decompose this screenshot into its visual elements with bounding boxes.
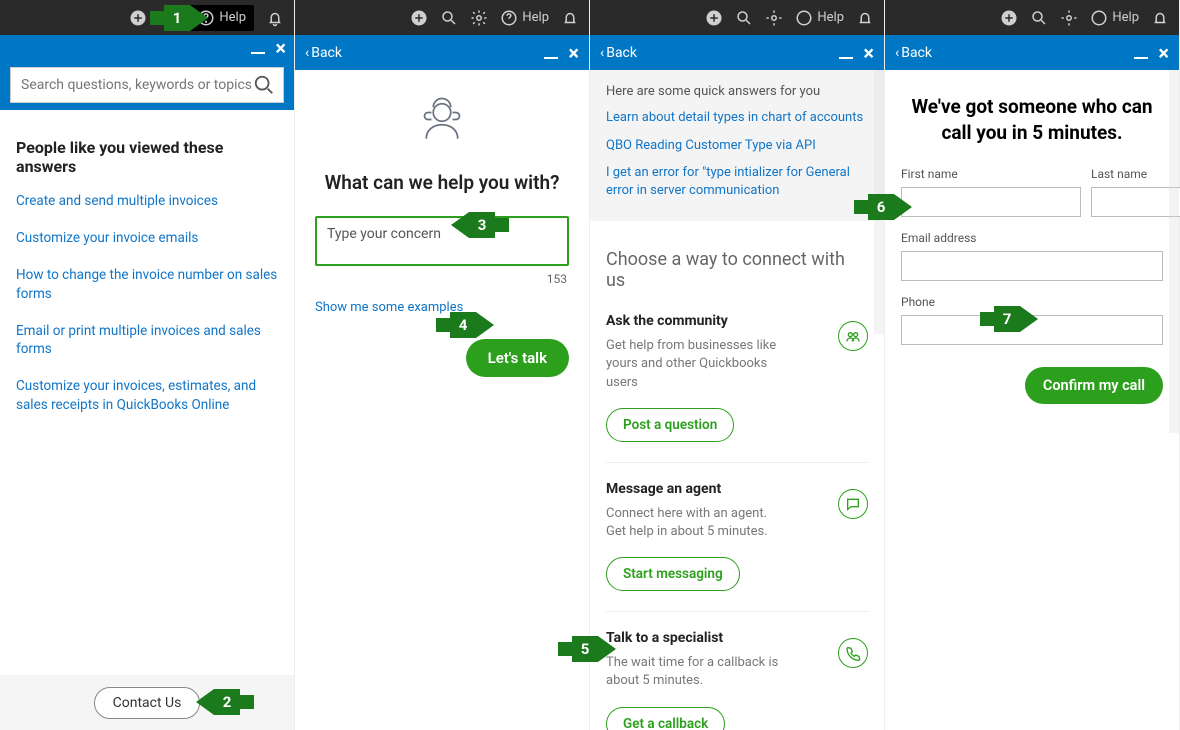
option-specialist: Talk to a specialist The wait time for a… bbox=[606, 630, 868, 730]
confirm-call-button[interactable]: Confirm my call bbox=[1025, 367, 1163, 404]
quick-answer-link[interactable]: I get an error for "type intializer for … bbox=[606, 164, 868, 199]
step-marker-7: 7 bbox=[980, 306, 1038, 332]
back-button[interactable]: ‹ Back bbox=[600, 45, 637, 61]
close-icon[interactable]: × bbox=[568, 46, 579, 60]
suggested-link[interactable]: Customize your invoice emails bbox=[16, 229, 278, 248]
step-marker-4: 4 bbox=[436, 312, 494, 338]
connect-heading: Choose a way to connect with us bbox=[606, 249, 868, 291]
quick-answers-title: Here are some quick answers for you bbox=[606, 84, 868, 99]
suggested-link[interactable]: Create and send multiple invoices bbox=[16, 192, 278, 211]
panel-help-search: Help × People like you viewed these answ… bbox=[0, 0, 295, 730]
help-panel-header: × bbox=[0, 35, 294, 110]
help-search-box[interactable] bbox=[10, 67, 284, 103]
email-input[interactable] bbox=[901, 251, 1163, 281]
app-topbar: Help bbox=[295, 0, 589, 35]
contact-us-button[interactable]: Contact Us bbox=[94, 687, 201, 719]
help-button[interactable]: Help bbox=[500, 9, 549, 27]
bell-icon[interactable] bbox=[1151, 9, 1169, 27]
step-marker-6: 6 bbox=[854, 194, 912, 220]
last-name-label: Last name bbox=[1091, 167, 1180, 181]
plus-icon[interactable] bbox=[129, 9, 147, 27]
back-button[interactable]: ‹ Back bbox=[895, 45, 932, 61]
chat-icon bbox=[838, 489, 868, 519]
quick-answer-link[interactable]: Learn about detail types in chart of acc… bbox=[606, 109, 868, 127]
option-title: Talk to a specialist bbox=[606, 630, 868, 646]
back-button[interactable]: ‹ Back bbox=[305, 45, 342, 61]
scrollbar[interactable] bbox=[1169, 70, 1179, 730]
suggested-heading: People like you viewed these answers bbox=[16, 138, 278, 176]
post-question-button[interactable]: Post a question bbox=[606, 408, 734, 442]
panel-connect-options: Help ‹ Back × Here are some quick answer… bbox=[590, 0, 885, 730]
option-desc: Get help from businesses like yours and … bbox=[606, 337, 786, 392]
callback-heading: We've got someone who can call you in 5 … bbox=[901, 94, 1163, 145]
step-marker-1: 1 bbox=[150, 5, 208, 31]
minimize-icon[interactable] bbox=[839, 57, 853, 59]
close-icon[interactable]: × bbox=[863, 46, 874, 60]
option-message: Message an agent Connect here with an ag… bbox=[606, 481, 868, 612]
help-label: Help bbox=[219, 10, 246, 25]
search-submit-icon[interactable] bbox=[253, 74, 275, 96]
gear-icon[interactable] bbox=[470, 9, 488, 27]
lets-talk-button[interactable]: Let's talk bbox=[466, 339, 569, 377]
option-desc: The wait time for a callback is about 5 … bbox=[606, 654, 786, 690]
step-marker-2: 2 bbox=[196, 689, 254, 715]
email-label: Email address bbox=[901, 231, 1163, 245]
gear-icon[interactable] bbox=[765, 9, 783, 27]
scrollbar[interactable] bbox=[874, 70, 884, 730]
option-desc: Connect here with an agent. Get help in … bbox=[606, 505, 786, 541]
char-count: 153 bbox=[547, 272, 567, 286]
concern-heading: What can we help you with? bbox=[325, 171, 560, 194]
search-icon[interactable] bbox=[735, 9, 753, 27]
option-title: Ask the community bbox=[606, 313, 868, 329]
plus-icon[interactable] bbox=[705, 9, 723, 27]
bell-icon[interactable] bbox=[266, 9, 284, 27]
step-marker-5: 5 bbox=[558, 636, 616, 662]
option-title: Message an agent bbox=[606, 481, 868, 497]
phone-icon bbox=[838, 638, 868, 668]
gear-icon[interactable] bbox=[1060, 9, 1078, 27]
help-button[interactable]: Help bbox=[1090, 9, 1139, 27]
start-messaging-button[interactable]: Start messaging bbox=[606, 557, 740, 591]
last-name-input[interactable] bbox=[1091, 187, 1180, 217]
app-topbar: Help bbox=[590, 0, 884, 35]
minimize-icon[interactable] bbox=[1134, 57, 1148, 59]
support-agent-icon bbox=[414, 95, 470, 151]
get-callback-button[interactable]: Get a callback bbox=[606, 707, 725, 730]
app-topbar: Help bbox=[885, 0, 1179, 35]
panel-describe-concern: Help ‹ Back × What can we help you with?… bbox=[295, 0, 590, 730]
first-name-input[interactable] bbox=[901, 187, 1081, 217]
panel-confirm-call: Help ‹ Back × We've got someone who can … bbox=[885, 0, 1180, 730]
suggested-link[interactable]: How to change the invoice number on sale… bbox=[16, 266, 278, 304]
quick-answer-link[interactable]: QBO Reading Customer Type via API bbox=[606, 137, 868, 155]
help-button[interactable]: Help bbox=[795, 9, 844, 27]
close-icon[interactable]: × bbox=[275, 41, 286, 55]
suggested-link[interactable]: Email or print multiple invoices and sal… bbox=[16, 322, 278, 360]
search-icon[interactable] bbox=[440, 9, 458, 27]
plus-icon[interactable] bbox=[410, 9, 428, 27]
bell-icon[interactable] bbox=[856, 9, 874, 27]
minimize-icon[interactable] bbox=[544, 57, 558, 59]
community-icon bbox=[838, 321, 868, 351]
minimize-icon[interactable] bbox=[251, 52, 265, 54]
app-topbar: Help bbox=[0, 0, 294, 35]
close-icon[interactable]: × bbox=[1158, 46, 1169, 60]
bell-icon[interactable] bbox=[561, 9, 579, 27]
plus-icon[interactable] bbox=[1000, 9, 1018, 27]
search-icon[interactable] bbox=[1030, 9, 1048, 27]
help-search-input[interactable] bbox=[19, 76, 253, 94]
option-community: Ask the community Get help from business… bbox=[606, 313, 868, 463]
first-name-label: First name bbox=[901, 167, 1081, 181]
suggested-link[interactable]: Customize your invoices, estimates, and … bbox=[16, 377, 278, 415]
concern-textarea[interactable]: Type your concern bbox=[315, 216, 569, 266]
step-marker-3: 3 bbox=[451, 212, 509, 238]
quick-answers-box: Here are some quick answers for you Lear… bbox=[590, 70, 884, 221]
